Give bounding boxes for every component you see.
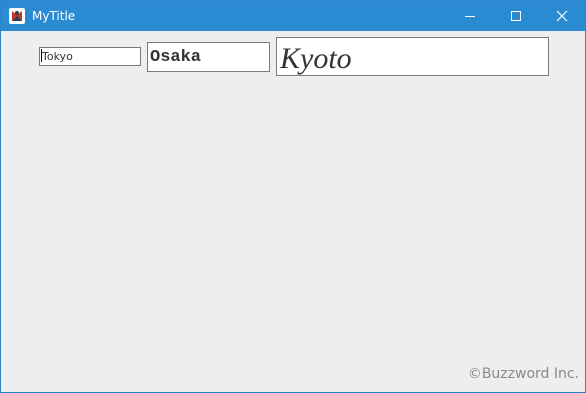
osaka-field-value: Osaka [150,48,202,67]
window-title: MyTitle [32,9,76,23]
title-bar[interactable]: MyTitle [1,1,585,31]
close-button[interactable] [539,1,585,31]
tokyo-text-field[interactable]: Tokyo [39,47,141,66]
kyoto-field-value: Kyoto [280,42,352,75]
copyright-text: ©Buzzword Inc. [467,366,579,382]
java-app-icon[interactable] [9,8,25,24]
kyoto-text-field[interactable]: Kyoto [276,37,549,76]
app-window: MyTitle Tokyo Osaka Kyoto ©Buzzword Inc. [0,0,586,393]
tokyo-field-value: Tokyo [42,50,73,63]
osaka-text-field[interactable]: Osaka [147,42,270,72]
maximize-icon [511,11,521,21]
minimize-icon [465,16,475,17]
minimize-button[interactable] [447,1,493,31]
maximize-button[interactable] [493,1,539,31]
close-icon [556,10,568,22]
